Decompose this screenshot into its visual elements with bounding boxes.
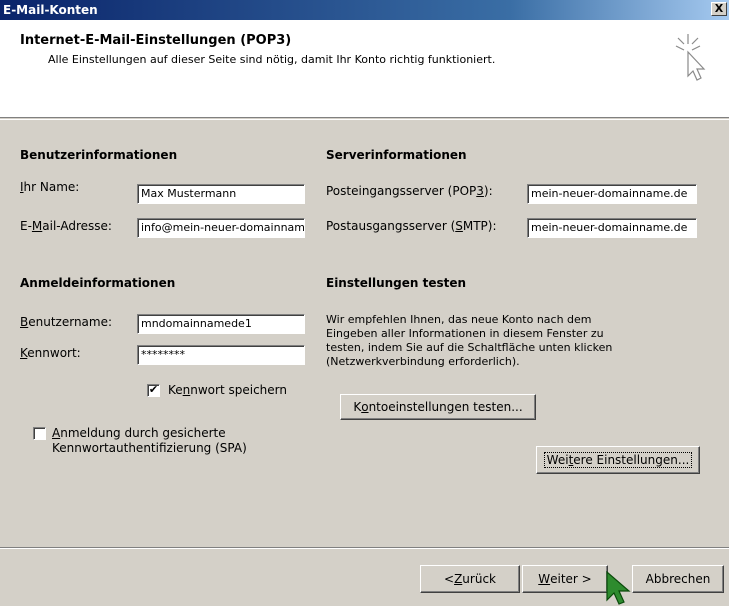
incoming-server-field[interactable]: mein-neuer-domainname.de <box>527 184 697 204</box>
remember-password-checkbox[interactable]: ✔ <box>147 384 160 397</box>
spa-label: Anmeldung durch gesicherte Kennwortauthen… <box>52 426 247 455</box>
username-label: Benutzername: <box>20 315 113 329</box>
spa-checkbox[interactable] <box>33 427 46 440</box>
test-description: Wir empfehlen Ihnen, das neue Konto nach… <box>326 313 613 368</box>
wizard-header: Internet-E-Mail-Einstellungen (POP3) All… <box>0 20 729 118</box>
test-settings-heading: Einstellungen testen <box>326 276 467 290</box>
password-label: Kennwort: <box>20 346 81 360</box>
test-account-settings-button[interactable]: Ko ntoeinstellungen testen... <box>340 394 536 420</box>
outgoing-server-label: Postausgangsserver (SMTP): <box>326 219 497 233</box>
next-button[interactable]: Weiter > <box>522 565 608 593</box>
page-subtitle: Alle Einstellungen auf dieser Seite sind… <box>48 53 496 66</box>
footer-divider-highlight <box>0 548 729 549</box>
login-info-heading: Anmeldeinformationen <box>20 276 176 290</box>
header-divider <box>0 119 729 120</box>
incoming-server-label: Posteingangsserver (POP3): <box>326 184 493 198</box>
more-settings-button[interactable]: Weitere Einstellungen... <box>536 446 700 474</box>
window-title: E-Mail-Konten <box>3 3 98 17</box>
email-field[interactable]: info@mein-neuer-domainname.de <box>137 218 305 238</box>
cancel-button[interactable]: Abbrechen <box>632 565 724 593</box>
wizard-cursor-icon <box>675 34 706 81</box>
outgoing-server-field[interactable]: mein-neuer-domainname.de <box>527 218 697 238</box>
back-button[interactable]: < Zurück <box>420 565 520 593</box>
name-label: Ihr Name: <box>20 180 80 194</box>
username-field[interactable]: mndomainnamede1 <box>137 314 305 334</box>
password-field[interactable]: ******** <box>137 345 305 365</box>
page-title: Internet-E-Mail-Einstellungen (POP3) <box>20 33 292 48</box>
remember-password-label: Kennwort speichern <box>168 383 287 397</box>
title-bar: E-Mail-Konten X <box>0 0 729 20</box>
close-button[interactable]: X <box>711 2 727 16</box>
user-info-heading: Benutzerinformationen <box>20 148 178 162</box>
name-field[interactable]: Max Mustermann <box>137 184 305 204</box>
server-info-heading: Serverinformationen <box>326 148 467 162</box>
mouse-pointer-icon <box>606 570 631 605</box>
email-label: E-Mail-Adresse: <box>20 219 112 233</box>
